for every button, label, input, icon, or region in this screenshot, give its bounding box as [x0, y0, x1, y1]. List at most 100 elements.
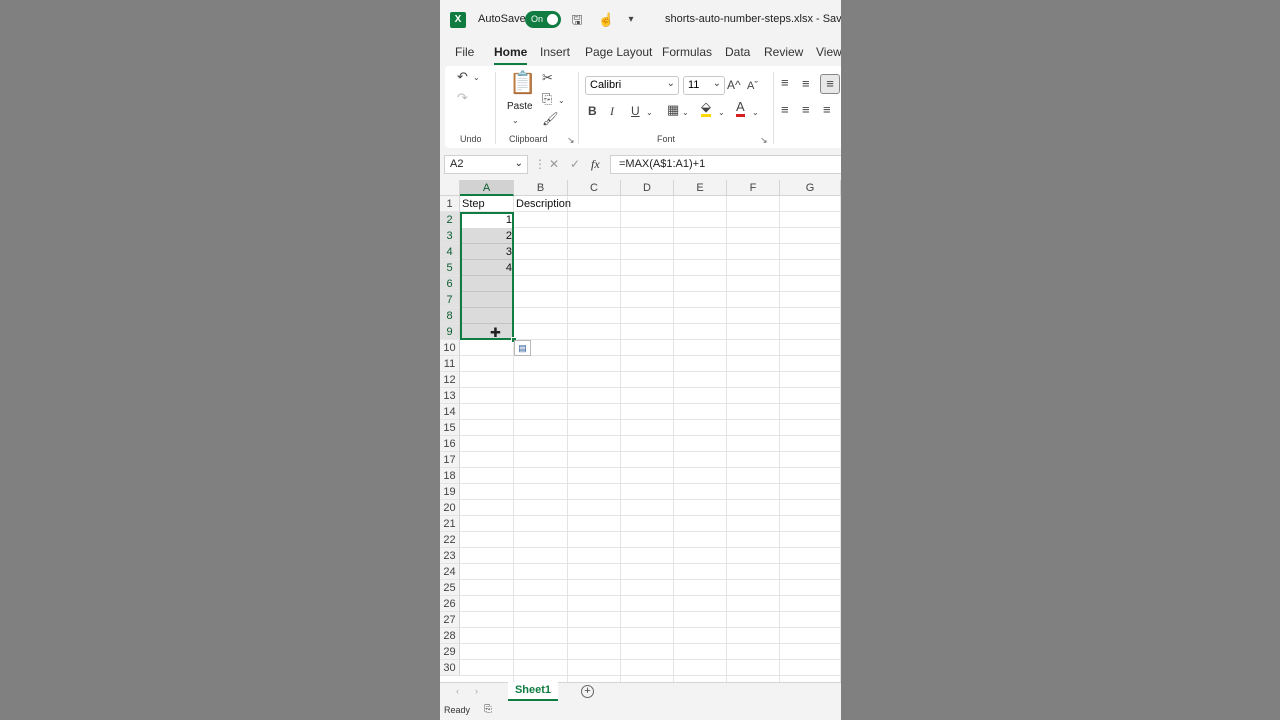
tab-data[interactable]: Data	[725, 45, 750, 59]
column-header-b[interactable]: B	[514, 180, 568, 196]
add-sheet-icon[interactable]: +	[581, 685, 594, 698]
sheet-next-icon[interactable]: ›	[475, 686, 478, 696]
underline-button[interactable]: U	[631, 103, 640, 119]
row-header-5[interactable]: 5	[440, 260, 460, 276]
tab-view[interactable]: View	[816, 45, 841, 59]
row-header-11[interactable]: 11	[440, 356, 460, 372]
save-icon[interactable]: 🖫	[569, 12, 585, 28]
font-color-dropdown-icon[interactable]: ⌄	[752, 105, 759, 121]
accessibility-icon[interactable]: ⎘	[484, 704, 492, 715]
row-header-18[interactable]: 18	[440, 468, 460, 484]
row-header-12[interactable]: 12	[440, 372, 460, 388]
tab-insert[interactable]: Insert	[540, 45, 570, 59]
align-center-icon[interactable]: ≡	[802, 102, 810, 118]
row-header-27[interactable]: 27	[440, 612, 460, 628]
worksheet-grid[interactable]: A B C D E F G 1 2 3 4 5 6 7 8 9 10 11 12 13 14 15 16 17 18 19 20 21…	[440, 180, 841, 682]
align-left-icon[interactable]: ≡	[781, 102, 789, 118]
touch-mode-icon[interactable]: ☝	[598, 12, 614, 28]
row-header-14[interactable]: 14	[440, 404, 460, 420]
row-header-19[interactable]: 19	[440, 484, 460, 500]
enter-icon[interactable]: ✓	[570, 157, 580, 171]
column-header-g[interactable]: G	[780, 180, 841, 196]
font-size-select[interactable]: 11 ⌄	[683, 76, 725, 95]
customize-qat-icon[interactable]: ▾	[623, 12, 639, 28]
row-header-28[interactable]: 28	[440, 628, 460, 644]
font-name-select[interactable]: Calibri ⌄	[585, 76, 679, 95]
bold-button[interactable]: B	[588, 103, 597, 119]
copy-icon[interactable]: ⎘	[542, 91, 552, 107]
undo-dropdown-icon[interactable]: ⌄	[473, 70, 480, 86]
cell-a4[interactable]: 3	[460, 244, 514, 260]
row-header-21[interactable]: 21	[440, 516, 460, 532]
italic-button[interactable]: I	[610, 103, 614, 119]
format-painter-icon[interactable]: 🖌	[542, 111, 559, 127]
row-header-17[interactable]: 17	[440, 452, 460, 468]
row-header-20[interactable]: 20	[440, 500, 460, 516]
row-header-24[interactable]: 24	[440, 564, 460, 580]
autofill-options-icon[interactable]: ▤	[514, 340, 531, 356]
align-middle-icon[interactable]: ≡	[802, 76, 810, 92]
sheet-prev-icon[interactable]: ‹	[456, 686, 459, 696]
font-color-icon[interactable]: A	[736, 100, 745, 117]
row-header-15[interactable]: 15	[440, 420, 460, 436]
row-header-8[interactable]: 8	[440, 308, 460, 324]
cell-b1[interactable]: Description	[514, 196, 574, 212]
cell-a5[interactable]: 4	[460, 260, 514, 276]
tab-review[interactable]: Review	[764, 45, 803, 59]
borders-icon[interactable]: ▦	[667, 102, 679, 118]
borders-dropdown-icon[interactable]: ⌄	[682, 105, 689, 121]
row-header-29[interactable]: 29	[440, 644, 460, 660]
tab-home[interactable]: Home	[494, 45, 528, 65]
gridline-vertical	[620, 196, 621, 682]
row-header-9[interactable]: 9	[440, 324, 460, 340]
copy-dropdown-icon[interactable]: ⌄	[558, 93, 565, 109]
cancel-icon[interactable]: ✕	[549, 157, 559, 171]
tab-formulas[interactable]: Formulas	[662, 45, 712, 59]
fill-color-dropdown-icon[interactable]: ⌄	[718, 105, 725, 121]
paste-button[interactable]: Paste	[507, 101, 533, 112]
row-header-4[interactable]: 4	[440, 244, 460, 260]
row-header-6[interactable]: 6	[440, 276, 460, 292]
cell-a3[interactable]: 2	[460, 228, 514, 244]
shrink-font-icon[interactable]: Aˇ	[747, 78, 758, 94]
name-box[interactable]: A2 ⌄	[444, 155, 528, 174]
font-launcher-icon[interactable]: ↘	[760, 135, 768, 146]
sheet-tab-sheet1[interactable]: Sheet1	[508, 682, 558, 701]
clipboard-launcher-icon[interactable]: ↘	[567, 135, 575, 146]
cell-a1[interactable]: Step	[460, 196, 514, 212]
row-header-30[interactable]: 30	[440, 660, 460, 676]
row-header-26[interactable]: 26	[440, 596, 460, 612]
row-header-13[interactable]: 13	[440, 388, 460, 404]
insert-function-icon[interactable]: fx	[591, 157, 600, 172]
column-header-e[interactable]: E	[674, 180, 727, 196]
align-top-icon[interactable]: ≡	[781, 75, 789, 91]
autosave-toggle[interactable]: On	[525, 11, 561, 28]
row-header-23[interactable]: 23	[440, 548, 460, 564]
column-header-c[interactable]: C	[568, 180, 621, 196]
grow-font-icon[interactable]: A^	[727, 77, 741, 93]
column-header-f[interactable]: F	[727, 180, 780, 196]
undo-icon[interactable]: ↶	[457, 69, 468, 85]
column-header-d[interactable]: D	[621, 180, 674, 196]
row-header-10[interactable]: 10	[440, 340, 460, 356]
align-bottom-icon[interactable]: ≡	[820, 74, 840, 94]
underline-dropdown-icon[interactable]: ⌄	[646, 105, 653, 121]
paste-icon[interactable]: 📋	[509, 70, 536, 96]
align-right-icon[interactable]: ≡	[823, 102, 831, 118]
cell-a2[interactable]: 1	[460, 212, 514, 228]
column-header-a[interactable]: A	[460, 180, 514, 196]
row-header-7[interactable]: 7	[440, 292, 460, 308]
row-header-22[interactable]: 22	[440, 532, 460, 548]
row-header-3[interactable]: 3	[440, 228, 460, 244]
cut-icon[interactable]: ✂	[542, 70, 553, 86]
tab-page-layout[interactable]: Page Layout	[585, 45, 652, 59]
paste-dropdown-icon[interactable]: ⌄	[512, 113, 519, 129]
row-header-25[interactable]: 25	[440, 580, 460, 596]
fill-color-icon[interactable]: ⬙	[701, 100, 711, 117]
row-header-2[interactable]: 2	[440, 212, 460, 228]
select-all-corner[interactable]	[440, 180, 460, 196]
row-header-1[interactable]: 1	[440, 196, 460, 212]
formula-input[interactable]: =MAX(A$1:A1)+1	[610, 155, 841, 174]
row-header-16[interactable]: 16	[440, 436, 460, 452]
tab-file[interactable]: File	[455, 45, 474, 59]
